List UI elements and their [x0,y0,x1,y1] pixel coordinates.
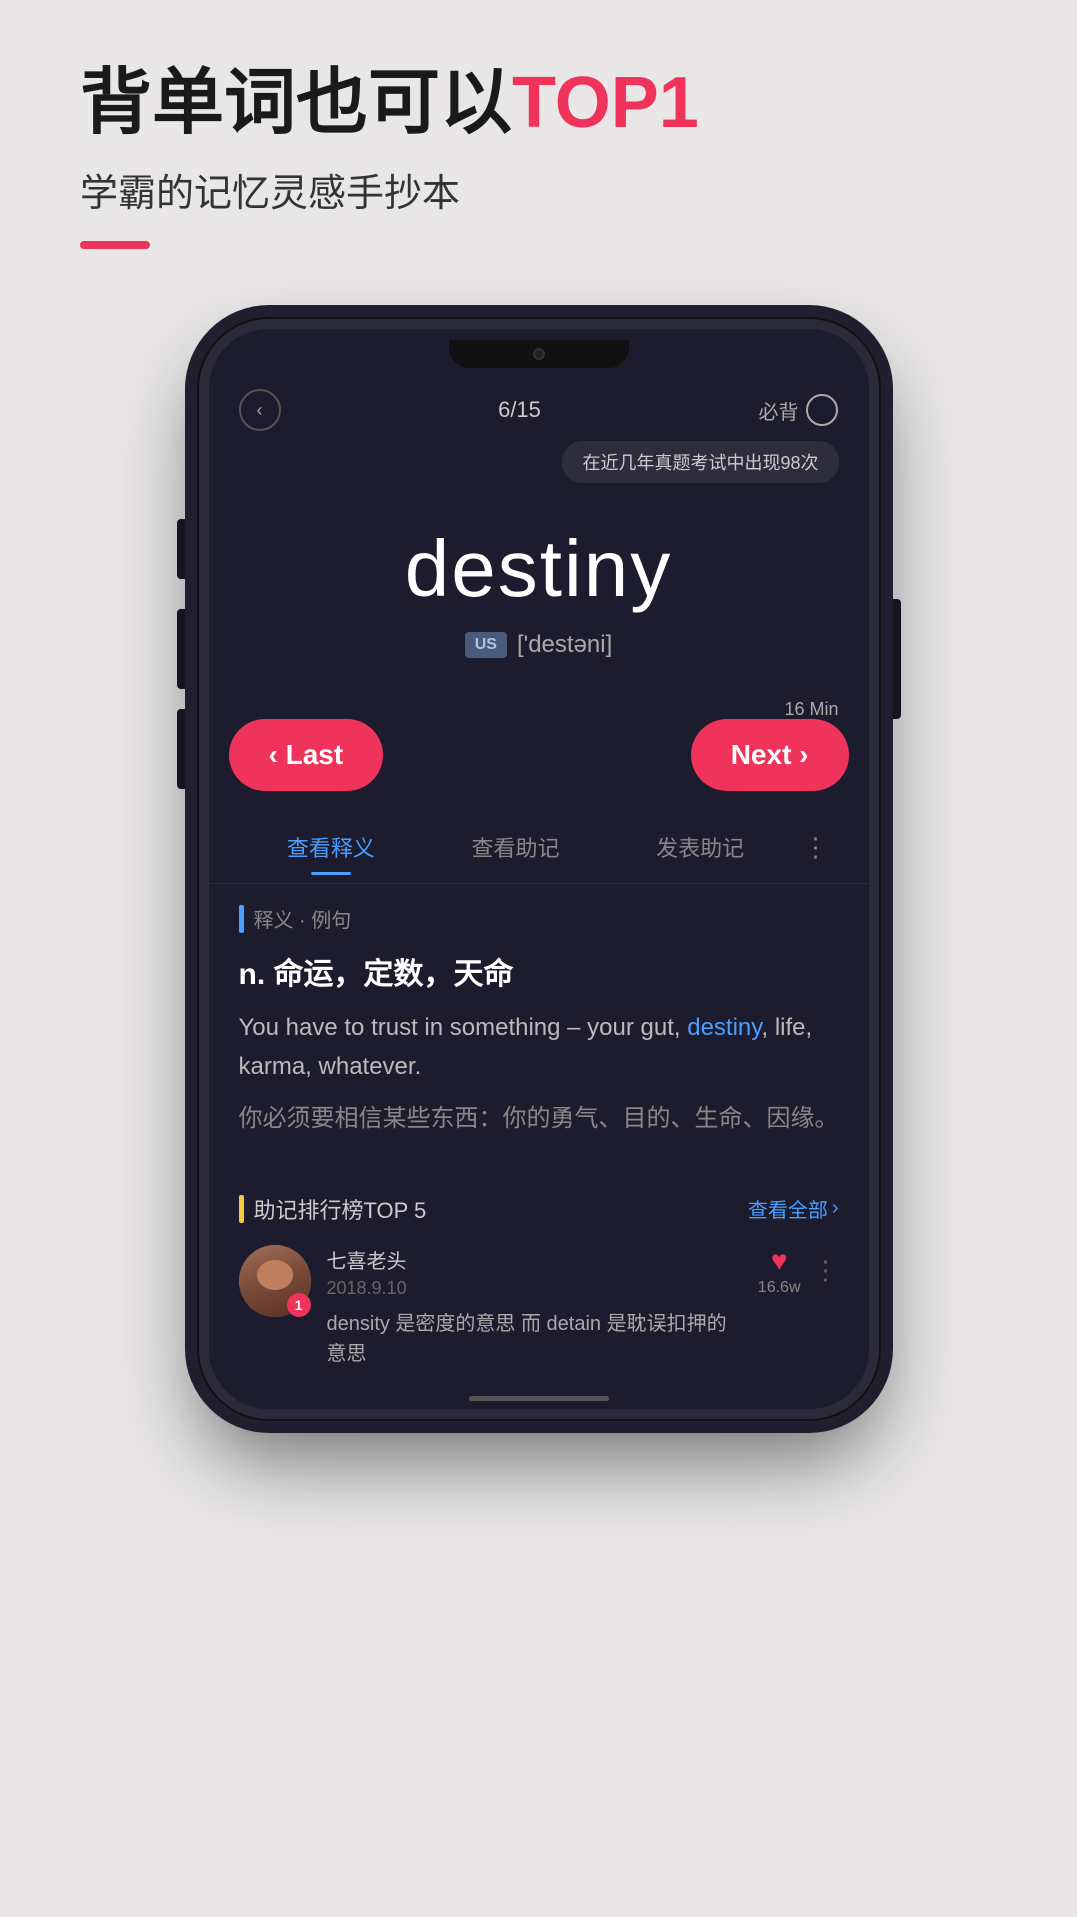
notch-bar [449,340,629,368]
definition-bar [239,905,244,933]
user-date: 2018.9.10 [327,1278,742,1299]
must-memorize-text: 必背 [758,396,798,425]
phone-screen: ‹ 6/15 必背 在近几年真题考试中出现98次 destiny [209,369,869,1388]
phonetic-text: ['destəni] [517,631,612,659]
tabs-section: 查看释义 查看助记 发表助记 ⋮ [209,811,869,884]
card-actions: ♥ 16.6w ⋮ [758,1245,839,1297]
highlight-word: destiny [687,1014,761,1041]
tab-underline [311,872,351,875]
user-card: 1 七喜老头 2018.9.10 density 是密度的意思 而 detain… [239,1245,839,1369]
heart-button[interactable]: ♥ 16.6w [758,1245,801,1297]
phone-frame: ‹ 6/15 必背 在近几年真题考试中出现98次 destiny [199,319,879,1418]
user-name: 七喜老头 [327,1245,742,1274]
ranking-title: 助记排行榜TOP 5 [254,1193,427,1225]
next-button[interactable]: Next › [691,719,849,791]
last-button[interactable]: ‹ Last [229,719,384,791]
phone-side-button-1 [177,519,189,579]
heart-icon: ♥ [771,1245,788,1277]
ranking-title-wrap: 助记排行榜TOP 5 [239,1193,427,1225]
phone-side-button-2 [177,609,189,689]
tooltip-area: 在近几年真题考试中出现98次 [209,441,869,493]
phone-container: ‹ 6/15 必背 在近几年真题考试中出现98次 destiny [199,319,879,1418]
hero-title-highlight: TOP1 [512,63,699,143]
user-content: density 是密度的意思 而 detain 是耽误扣押的意思 [327,1309,742,1369]
hero-title: 背单词也可以TOP1 [80,60,997,146]
definition-label-text: 释义 · 例句 [254,904,352,933]
progress-text: 6/15 [498,397,541,423]
tab-post-mnemonic[interactable]: 发表助记 [608,821,793,873]
definition-section: 释义 · 例句 n. 命运，定数，天命 You have to trust in… [209,884,869,1182]
tab-definition[interactable]: 查看释义 [239,821,424,873]
hero-title-normal: 背单词也可以 [80,63,512,143]
word-phonetic-row: US ['destəni] [229,631,849,659]
phone-side-button-right [889,599,901,719]
hero-accent-bar [80,241,150,249]
min-label: 16 Min [784,699,838,720]
ranking-section: 助记排行榜TOP 5 查看全部 › 1 [209,1183,869,1389]
back-icon: ‹ [257,400,263,421]
definition-pos: n. 命运，定数，天命 [239,949,839,993]
avatar-wrap: 1 [239,1245,311,1317]
heart-count: 16.6w [758,1279,801,1297]
exam-badge: 在近几年真题考试中出现98次 [562,441,838,483]
hero-section: 背单词也可以TOP1 学霸的记忆灵感手抄本 [0,0,1077,319]
user-info: 七喜老头 2018.9.10 density 是密度的意思 而 detain 是… [327,1245,742,1369]
top-bar: ‹ 6/15 必背 [209,369,869,441]
definition-example-zh: 你必须要相信某些东西：你的勇气、目的、生命、因缘。 [239,1100,839,1138]
definition-label: 释义 · 例句 [239,904,839,933]
back-button[interactable]: ‹ [239,389,281,431]
us-badge[interactable]: US [465,632,507,658]
chevron-right-icon: › [832,1197,839,1220]
page-wrapper: 背单词也可以TOP1 学霸的记忆灵感手抄本 ‹ [0,0,1077,1917]
camera-dot [533,348,545,360]
tabs-more-button[interactable]: ⋮ [793,832,839,863]
hero-subtitle: 学霸的记忆灵感手抄本 [80,162,997,217]
ranking-header: 助记排行榜TOP 5 查看全部 › [239,1193,839,1225]
must-memorize-circle[interactable] [806,394,838,426]
must-memorize-label: 必背 [758,394,838,426]
view-all-button[interactable]: 查看全部 › [748,1194,839,1223]
nav-buttons: 16 Min ‹ Last Next › [209,709,869,811]
home-indicator [469,1396,609,1401]
phone-bottom-bar [209,1389,869,1409]
definition-example-en: You have to trust in something – your gu… [239,1009,839,1086]
word-text: destiny [229,523,849,615]
avatar-badge: 1 [287,1293,311,1317]
word-section: destiny US ['destəni] [209,493,869,709]
phone-side-button-3 [177,709,189,789]
more-options-button[interactable]: ⋮ [813,1255,839,1286]
tab-mnemonic[interactable]: 查看助记 [423,821,608,873]
phone-notch [209,329,869,369]
ranking-bar [239,1195,244,1223]
